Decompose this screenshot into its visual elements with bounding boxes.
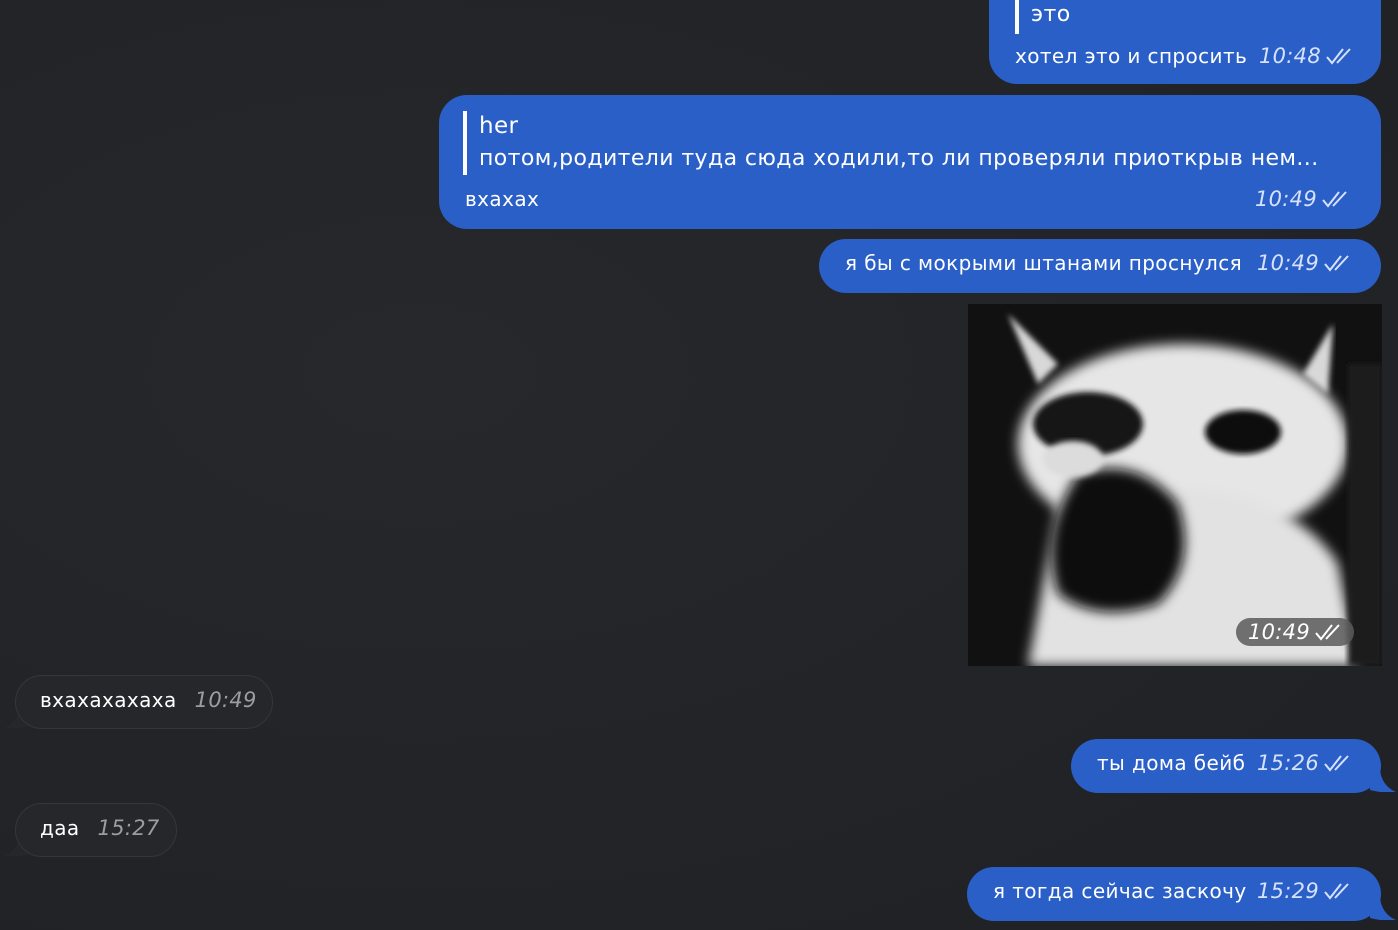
message-text: ты дома бейб [1097,751,1246,775]
message-text: я бы с мокрыми штанами проснулся [845,251,1243,275]
message-outgoing[interactable]: her потом,родители туда сюда ходили,то л… [439,95,1381,229]
message-text: я тогда сейчас заскочу [993,879,1247,903]
message-time: 15:27 [97,816,160,840]
message-image[interactable]: 10:49 [968,304,1382,666]
double-check-icon [1324,755,1349,772]
reply-quote[interactable]: her потом,родители туда сюда ходили,то л… [463,111,1319,175]
cat-image [968,304,1382,666]
reply-quote[interactable]: это [1015,0,1071,34]
chat-area: это хотел это и спросить 10:48 her потом… [0,0,1398,930]
double-check-icon [1322,191,1347,208]
message-incoming[interactable]: вхахахахаха 10:49 [15,675,273,729]
double-check-icon [1326,48,1351,65]
message-text: даа [40,816,80,840]
message-time: 10:48 [1258,44,1321,68]
message-time: 10:49 [1254,187,1317,211]
message-time: 10:49 [1247,620,1310,644]
message-text: хотел это и спросить [1015,44,1248,68]
double-check-icon [1315,624,1340,641]
image-meta: 10:49 [1235,618,1354,646]
double-check-icon [1324,883,1349,900]
message-text: вхахахахаха [40,688,177,712]
message-outgoing[interactable]: я тогда сейчас заскочу 15:29 [967,867,1381,921]
quote-text: потом,родители туда сюда ходили,то ли пр… [479,146,1319,171]
message-outgoing[interactable]: я бы с мокрыми штанами проснулся 10:49 [819,239,1381,293]
quote-author: her [479,113,519,139]
message-outgoing[interactable]: это хотел это и спросить 10:48 [989,0,1381,84]
double-check-icon [1324,255,1349,272]
message-time: 10:49 [1256,251,1319,275]
message-time: 15:29 [1256,879,1319,903]
message-time: 15:26 [1256,751,1319,775]
quote-text: это [1031,2,1071,27]
message-outgoing[interactable]: ты дома бейб 15:26 [1071,739,1381,793]
message-text: вхахах [465,187,540,211]
message-time: 10:49 [194,688,257,712]
message-incoming[interactable]: даа 15:27 [15,803,177,857]
